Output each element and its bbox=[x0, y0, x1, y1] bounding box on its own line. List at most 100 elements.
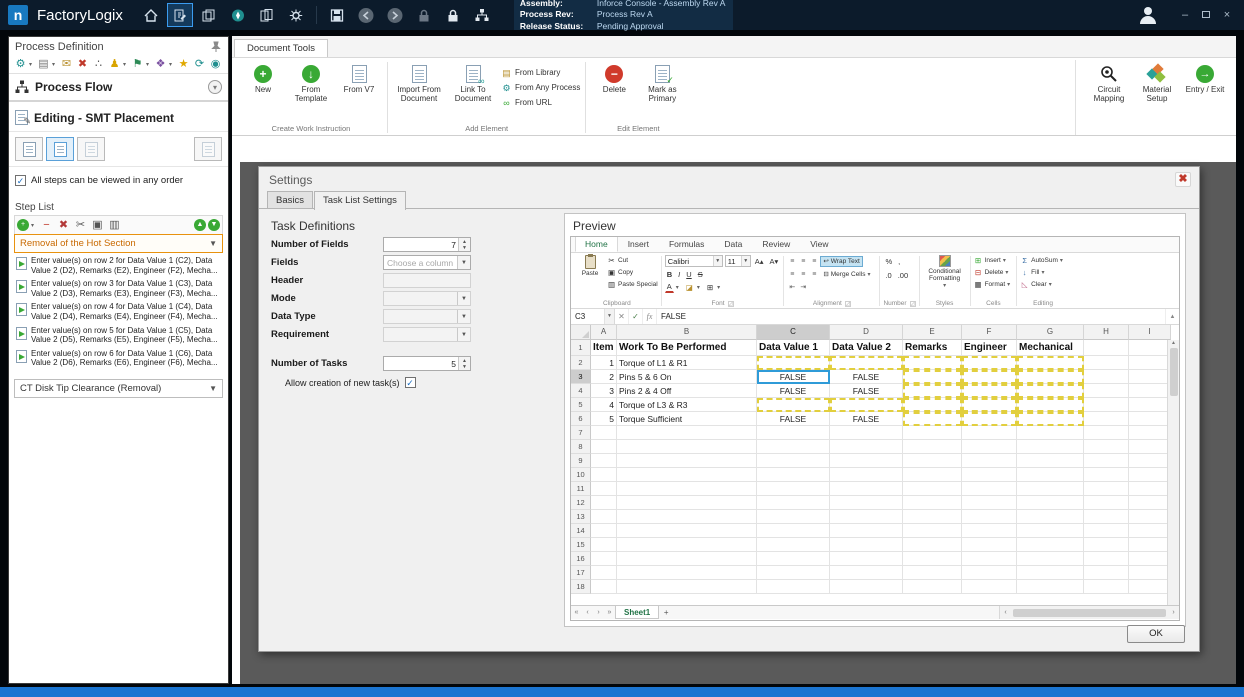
cell-C18[interactable] bbox=[757, 580, 830, 594]
grow-font-button[interactable]: A▴ bbox=[753, 256, 766, 267]
settings-gear-icon[interactable] bbox=[283, 3, 309, 27]
row-header-14[interactable]: 14 bbox=[571, 524, 591, 538]
decrease-indent-icon[interactable]: ⇤ bbox=[787, 283, 796, 291]
cell-C17[interactable] bbox=[757, 566, 830, 580]
chevron-down-icon[interactable]: ▼ bbox=[604, 309, 614, 324]
cell-F10[interactable] bbox=[962, 468, 1017, 482]
cell-H2[interactable] bbox=[1084, 356, 1129, 370]
cut-step-icon[interactable]: ✂ bbox=[73, 218, 88, 232]
material-setup-button[interactable]: Material Setup bbox=[1134, 62, 1180, 106]
row-header-6[interactable]: 6 bbox=[571, 412, 591, 426]
column-header-H[interactable]: H bbox=[1084, 325, 1129, 340]
row-header-11[interactable]: 11 bbox=[571, 482, 591, 496]
cell-F8[interactable] bbox=[962, 440, 1017, 454]
cell-F18[interactable] bbox=[962, 580, 1017, 594]
row-header-13[interactable]: 13 bbox=[571, 510, 591, 524]
cell-I11[interactable] bbox=[1129, 482, 1171, 496]
cell-I7[interactable] bbox=[1129, 426, 1171, 440]
cell-F1[interactable]: Engineer bbox=[962, 340, 1017, 356]
cell-E1[interactable]: Remarks bbox=[903, 340, 962, 356]
selected-step-item[interactable]: Removal of the Hot Section ▼ bbox=[14, 234, 223, 253]
increase-indent-icon[interactable]: ⇥ bbox=[798, 283, 807, 291]
autosum-button[interactable]: Σ AutoSum ▾ bbox=[1020, 255, 1066, 266]
font-name-combobox[interactable]: Calibri ▼ bbox=[664, 255, 723, 267]
percent-style-icon[interactable]: % bbox=[883, 256, 894, 267]
last-sheet-icon[interactable]: » bbox=[604, 609, 615, 616]
spreadsheet-tab-formulas[interactable]: Formulas bbox=[659, 237, 714, 252]
cell-F15[interactable] bbox=[962, 538, 1017, 552]
collapse-all-icon[interactable]: ▼ bbox=[208, 219, 220, 231]
close-settings-icon[interactable]: ✖ bbox=[1175, 172, 1191, 187]
cell-H6[interactable] bbox=[1084, 412, 1129, 426]
cell-A12[interactable] bbox=[591, 496, 617, 510]
cell-C1[interactable]: Data Value 1 bbox=[757, 340, 830, 356]
refresh-icon[interactable]: ⟳ bbox=[192, 57, 207, 71]
from-library-button[interactable]: ▤ From Library bbox=[501, 66, 580, 79]
cell-B3[interactable]: Pins 5 & 6 On bbox=[617, 370, 757, 384]
cell-G6[interactable] bbox=[1017, 412, 1084, 426]
cell-G10[interactable] bbox=[1017, 468, 1084, 482]
row-header-15[interactable]: 15 bbox=[571, 538, 591, 552]
cell-A14[interactable] bbox=[591, 524, 617, 538]
cell-I5[interactable] bbox=[1129, 398, 1171, 412]
column-header-A[interactable]: A bbox=[591, 325, 617, 340]
save-icon[interactable] bbox=[324, 3, 350, 27]
cell-H9[interactable] bbox=[1084, 454, 1129, 468]
cell-D15[interactable] bbox=[830, 538, 903, 552]
spreadsheet-tab-review[interactable]: Review bbox=[752, 237, 800, 252]
cell-A9[interactable] bbox=[591, 454, 617, 468]
cell-F12[interactable] bbox=[962, 496, 1017, 510]
restore-button[interactable] bbox=[1197, 9, 1215, 21]
info-icon[interactable]: ◉ bbox=[208, 57, 223, 71]
align-bottom-icon[interactable]: ≡ bbox=[809, 258, 818, 265]
spreadsheet-tab-data[interactable]: Data bbox=[714, 237, 752, 252]
cell-G5[interactable] bbox=[1017, 398, 1084, 412]
wrap-text-button[interactable]: ↩ Wrap Text bbox=[820, 255, 863, 267]
cell-B11[interactable] bbox=[617, 482, 757, 496]
cell-E3[interactable] bbox=[903, 370, 962, 384]
entry-exit-button[interactable]: → Entry / Exit bbox=[1182, 62, 1228, 97]
pin-icon[interactable] bbox=[210, 41, 222, 53]
cell-E15[interactable] bbox=[903, 538, 962, 552]
cell-C13[interactable] bbox=[757, 510, 830, 524]
cell-E12[interactable] bbox=[903, 496, 962, 510]
cell-F16[interactable] bbox=[962, 552, 1017, 566]
cell-F2[interactable] bbox=[962, 356, 1017, 370]
cell-D17[interactable] bbox=[830, 566, 903, 580]
allow-new-tasks-checkbox[interactable]: ✓ bbox=[404, 377, 416, 388]
cell-H7[interactable] bbox=[1084, 426, 1129, 440]
from-v7-button[interactable]: From V7 bbox=[336, 62, 382, 97]
cell-H12[interactable] bbox=[1084, 496, 1129, 510]
cell-H18[interactable] bbox=[1084, 580, 1129, 594]
cell-G18[interactable] bbox=[1017, 580, 1084, 594]
cell-E7[interactable] bbox=[903, 426, 962, 440]
email-icon[interactable]: ✉ bbox=[59, 57, 74, 71]
cell-G14[interactable] bbox=[1017, 524, 1084, 538]
align-left-icon[interactable]: ≡ bbox=[787, 271, 796, 278]
cell-A18[interactable] bbox=[591, 580, 617, 594]
tab-basics[interactable]: Basics bbox=[267, 191, 313, 209]
row-header-17[interactable]: 17 bbox=[571, 566, 591, 580]
cell-B18[interactable] bbox=[617, 580, 757, 594]
column-header-D[interactable]: D bbox=[830, 325, 903, 340]
cell-G9[interactable] bbox=[1017, 454, 1084, 468]
cell-B14[interactable] bbox=[617, 524, 757, 538]
cell-D4[interactable]: FALSE bbox=[830, 384, 903, 398]
cell-F4[interactable] bbox=[962, 384, 1017, 398]
home-icon[interactable] bbox=[138, 3, 164, 27]
delete-element-button[interactable]: − Delete bbox=[591, 62, 637, 97]
collapse-formula-bar-icon[interactable]: ▲ bbox=[1165, 309, 1179, 324]
cell-H4[interactable] bbox=[1084, 384, 1129, 398]
copy-pages-icon[interactable] bbox=[254, 3, 280, 27]
column-header-G[interactable]: G bbox=[1017, 325, 1084, 340]
cell-A3[interactable]: 2 bbox=[591, 370, 617, 384]
cell-C15[interactable] bbox=[757, 538, 830, 552]
cell-A5[interactable]: 4 bbox=[591, 398, 617, 412]
number-of-tasks-input[interactable]: 5 ▲ ▼ bbox=[383, 356, 471, 371]
cell-H10[interactable] bbox=[1084, 468, 1129, 482]
cell-B4[interactable]: Pins 2 & 4 Off bbox=[617, 384, 757, 398]
cell-G16[interactable] bbox=[1017, 552, 1084, 566]
close-button[interactable]: × bbox=[1218, 9, 1236, 21]
cell-C2[interactable] bbox=[757, 356, 830, 370]
cell-C7[interactable] bbox=[757, 426, 830, 440]
